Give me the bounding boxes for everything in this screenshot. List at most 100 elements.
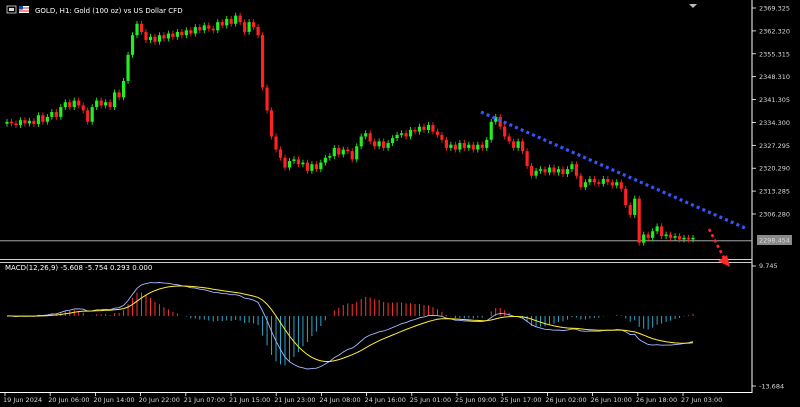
- candle-body: [166, 33, 171, 39]
- candle-body: [77, 100, 81, 106]
- candle-body: [601, 178, 605, 184]
- candle-body: [274, 136, 278, 150]
- candle-body: [507, 136, 511, 142]
- candle-body: [153, 36, 157, 42]
- candle-body: [328, 156, 332, 158]
- candle-body: [184, 30, 188, 36]
- time-tick-label: 26 Jun 02:00: [545, 396, 586, 404]
- candle-body: [485, 139, 489, 148]
- candle-body: [63, 102, 67, 108]
- candle-body: [355, 146, 359, 160]
- candle-body: [9, 121, 14, 124]
- candle-body: [148, 36, 153, 41]
- candle-body: [243, 22, 247, 32]
- candle-body: [5, 121, 9, 124]
- candle-body: [686, 237, 691, 240]
- candle-body: [323, 157, 327, 163]
- candle-body: [615, 182, 619, 186]
- candle-body: [269, 110, 274, 137]
- candle-body: [377, 141, 381, 147]
- candle-body: [337, 147, 341, 155]
- candle-body: [642, 234, 646, 243]
- candle-body: [296, 159, 301, 165]
- candle-body: [417, 126, 422, 132]
- time-tick-label: 21 Jun 15:00: [229, 396, 270, 404]
- chart-canvas[interactable]: GOLD, H1: Gold (100 oz) vs US Dollar CFD…: [0, 0, 800, 407]
- candle-body: [512, 141, 516, 148]
- price-tick-label: 2355.315: [759, 50, 790, 58]
- candle-body: [171, 33, 175, 37]
- macd-indicator-label: MACD(12,26,9) -5.608 -5.754 0.293 0.000: [5, 264, 152, 272]
- candle-body: [399, 133, 404, 135]
- candle-body: [135, 23, 139, 36]
- candle-body: [570, 164, 574, 170]
- candle-body: [583, 182, 587, 188]
- candle-body: [440, 134, 444, 140]
- candle-body: [121, 80, 126, 98]
- candle-body: [529, 165, 534, 176]
- candle-body: [588, 178, 592, 183]
- candle-body: [574, 164, 579, 176]
- candle-body: [561, 169, 565, 175]
- candle-body: [668, 234, 673, 238]
- candle-body: [673, 236, 677, 238]
- time-tick-label: 20 Jun 22:00: [139, 396, 180, 404]
- candle-body: [556, 169, 561, 173]
- candle-body: [453, 144, 457, 150]
- candle-body: [633, 198, 637, 215]
- candle-body: [637, 198, 641, 243]
- candle-body: [373, 141, 377, 147]
- candle-body: [480, 144, 484, 148]
- candle-body: [664, 234, 668, 237]
- candle-body: [646, 234, 650, 238]
- symbol-flag-icon: [19, 6, 29, 13]
- candle-body: [471, 144, 475, 150]
- candle-body: [193, 27, 197, 34]
- candle-body: [99, 100, 103, 106]
- candle-body: [579, 175, 583, 188]
- candle-body: [346, 149, 350, 152]
- candle-body: [157, 35, 162, 42]
- time-tick-label: 21 Jun 07:00: [184, 396, 225, 404]
- candle-body: [359, 136, 363, 147]
- candle-body: [592, 178, 596, 183]
- time-tick-label: 24 Jun 16:00: [365, 396, 406, 404]
- candle-body: [660, 226, 664, 237]
- candle-body: [45, 116, 49, 122]
- candle-body: [341, 149, 345, 155]
- price-tick-label: 2348.310: [759, 73, 790, 81]
- candle-body: [162, 35, 166, 39]
- candle-body: [108, 102, 112, 108]
- candle-body: [503, 126, 507, 137]
- macd-axis-bottom: -13.684: [759, 383, 784, 391]
- candle-body: [305, 162, 310, 171]
- candle-body: [314, 164, 318, 170]
- candle-body: [404, 133, 408, 137]
- candle-body: [619, 182, 623, 189]
- price-tick-label: 2306.280: [759, 211, 790, 219]
- candle-body: [408, 129, 413, 137]
- candle-body: [525, 151, 529, 166]
- price-tick-label: 2362.320: [759, 27, 790, 35]
- chart-title: GOLD, H1: Gold (100 oz) vs US Dollar CFD: [35, 7, 183, 15]
- candle-body: [301, 162, 305, 165]
- candle-body: [458, 143, 462, 150]
- candle-body: [180, 31, 184, 36]
- candle-body: [238, 15, 242, 23]
- candle-body: [624, 188, 628, 206]
- candle-body: [655, 226, 659, 232]
- candle-body: [292, 159, 296, 162]
- candle-body: [382, 141, 386, 148]
- candle-body: [252, 22, 256, 28]
- candle-body: [198, 27, 202, 31]
- current-price-tag: 2298.454: [757, 235, 792, 245]
- candle-body: [547, 167, 552, 173]
- candle-body: [36, 115, 40, 125]
- current-price-label: 2298.454: [759, 237, 790, 245]
- candle-body: [462, 143, 466, 148]
- candle-body: [390, 138, 395, 144]
- candle-body: [332, 147, 336, 157]
- candle-body: [521, 141, 525, 152]
- candle-body: [117, 92, 121, 98]
- candle-body: [104, 102, 108, 106]
